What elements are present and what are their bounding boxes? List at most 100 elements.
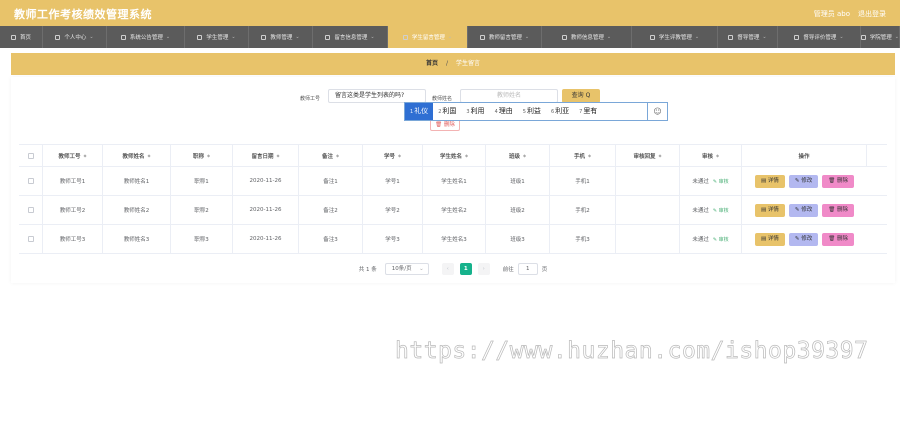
menu-icon — [197, 34, 203, 40]
nav-item-label: 督导管理 — [737, 35, 760, 41]
column-header-label: 职称 — [192, 153, 204, 160]
app-window: 教师工作考核绩效管理系统 管理员 abo 退出登录 首页 个人中心 ⌄ 系统公告管理 ⌄… — [0, 0, 900, 444]
page-size-select[interactable]: 10条/页 ⌄ — [384, 263, 429, 275]
row-checkbox[interactable] — [27, 207, 34, 213]
detail-button[interactable]: ▤ 详情 — [754, 232, 785, 246]
cell-phone: 手机2 — [550, 196, 616, 224]
row-checkbox[interactable] — [27, 178, 34, 184]
current-user: 管理员 abo — [813, 10, 850, 18]
nav-item-6[interactable]: 学生留言管理 ⌄ — [388, 26, 468, 48]
cell-reply — [616, 225, 680, 253]
detail-button[interactable]: ▤ 详情 — [754, 174, 785, 188]
column-header-phone[interactable]: 手机 ◆ — [550, 145, 616, 166]
chevron-down-icon: ⌄ — [165, 34, 171, 40]
ime-candidate[interactable]: 5利益 — [518, 103, 546, 120]
document-icon: ▤ — [760, 235, 768, 242]
column-header-label: 班级 — [508, 153, 520, 160]
detail-button[interactable]: ▤ 详情 — [754, 203, 785, 217]
query-button[interactable]: 查询 Q — [562, 89, 600, 103]
review-link[interactable]: ✎ 审核 — [713, 178, 729, 185]
ime-candidate[interactable]: 3利用 — [461, 103, 489, 120]
prev-page-button[interactable]: ‹ — [441, 263, 454, 275]
column-header-student-no[interactable]: 学号 ◆ — [363, 145, 423, 166]
menu-icon — [402, 34, 408, 40]
edit-button[interactable]: ✎ 修改 — [788, 203, 819, 217]
menu-icon — [728, 34, 734, 40]
ime-candidate[interactable]: 6利亚 — [546, 103, 574, 120]
column-header-review[interactable]: 审核 ◆ — [680, 145, 742, 166]
column-header-teacher-name[interactable]: 教师姓名 ◆ — [103, 145, 171, 166]
column-header-date[interactable]: 留言日期 ◆ — [233, 145, 299, 166]
review-status: 未通过 — [692, 208, 709, 214]
column-header-student-name[interactable]: 学生姓名 ◆ — [423, 145, 486, 166]
delete-button[interactable]: 🗑 删除 — [822, 203, 855, 217]
nav-item-4[interactable]: 教师管理 ⌄ — [249, 26, 313, 48]
nav-item-11[interactable]: 督导评价管理 ⌄ — [778, 26, 861, 48]
cell-review: 未通过 ✎ 审核 — [680, 225, 742, 253]
nav-item-8[interactable]: 教师信息管理 ⌄ — [542, 26, 632, 48]
logout-link[interactable]: 退出登录 — [858, 9, 886, 19]
nav-item-9[interactable]: 学生评教管理 ⌄ — [632, 26, 718, 48]
teacher-no-label: 教师工号 — [300, 96, 321, 102]
nav-item-5[interactable]: 留言信息管理 ⌄ — [313, 26, 388, 48]
sort-icon: ◆ — [206, 153, 211, 158]
menu-icon — [120, 34, 126, 40]
sort-icon: ◆ — [715, 153, 720, 158]
pagination-total: 共 1 条 — [358, 267, 377, 273]
ime-candidate[interactable]: 4理由 — [490, 103, 518, 120]
sort-icon: ◆ — [335, 153, 340, 158]
column-header-teacher-no[interactable]: 教师工号 ◆ — [43, 145, 103, 166]
nav-item-12[interactable]: 学院管理 ⌄ — [861, 26, 900, 48]
review-link-label: 审核 — [718, 236, 729, 243]
breadcrumb-home[interactable]: 首页 — [426, 60, 438, 67]
ime-candidate[interactable]: 2利国 — [433, 103, 461, 120]
ime-candidate[interactable]: 7里有 — [574, 103, 602, 120]
review-link[interactable]: ✎ 审核 — [713, 207, 729, 214]
nav-item-7[interactable]: 教师留言管理 ⌄ — [468, 26, 542, 48]
cell-review: 未通过 ✎ 审核 — [680, 196, 742, 224]
delete-button-label: 删除 — [837, 235, 849, 242]
teacher-name-input[interactable]: 教师姓名 — [460, 89, 558, 103]
next-page-button[interactable]: › — [477, 263, 490, 275]
table-header: 教师工号 ◆ 教师姓名 ◆ 职称 ◆ 留言日期 ◆ 备注 ◆ 学号 ◆ 学生姓名 ◆ 班级 ◆ 手机 ◆ 审核回复 ◆… — [19, 145, 887, 167]
column-header-class[interactable]: 班级 ◆ — [486, 145, 550, 166]
delete-button[interactable]: 🗑 删除 — [822, 174, 855, 188]
breadcrumb-separator: / — [445, 60, 449, 67]
nav-item-10[interactable]: 督导管理 ⌄ — [718, 26, 778, 48]
breadcrumb: 首页 / 学生留言 — [11, 53, 895, 75]
column-header-title[interactable]: 职称 ◆ — [171, 145, 233, 166]
nav-item-label: 学生评教管理 — [658, 35, 692, 41]
cell-reply — [616, 196, 680, 224]
edit-button[interactable]: ✎ 修改 — [788, 232, 819, 246]
select-all-checkbox[interactable] — [27, 152, 34, 159]
table-row: 教师工号3 教师姓名3 职称3 2020-11-26 备注3 学号3 学生姓名3 班级3 手机3… — [19, 225, 887, 254]
ime-candidate[interactable]: 1礼仪 — [405, 103, 434, 120]
nav-item-label: 学生留言管理 — [411, 35, 445, 41]
teacher-no-input[interactable]: 留言这类是学生列表的吗? — [328, 89, 426, 103]
data-table: 教师工号 ◆ 教师姓名 ◆ 职称 ◆ 留言日期 ◆ 备注 ◆ 学号 ◆ 学生姓名 ◆ 班级 ◆ 手机 ◆ 审核回复 ◆… — [19, 144, 887, 254]
row-checkbox[interactable] — [27, 236, 34, 242]
edit-button[interactable]: ✎ 修改 — [788, 174, 819, 188]
trash-icon: 🗑 — [828, 206, 838, 213]
chevron-down-icon: ⌄ — [762, 34, 767, 40]
sort-icon: ◆ — [276, 153, 280, 158]
goto-unit: 页 — [541, 267, 548, 273]
review-link-label: 审核 — [718, 178, 729, 185]
ime-candidate-number: 5 — [522, 109, 526, 115]
emoji-icon[interactable]: ☺ — [647, 103, 667, 120]
cell-class: 班级1 — [486, 167, 550, 195]
delete-button[interactable]: 🗑 删除 — [822, 232, 855, 246]
review-link[interactable]: ✎ 审核 — [713, 236, 729, 243]
goto-page-input[interactable]: 1 — [517, 263, 538, 275]
ime-candidate-number: 3 — [466, 109, 470, 115]
nav-item-2[interactable]: 系统公告管理 ⌄ — [107, 26, 185, 48]
nav-item-1[interactable]: 个人中心 ⌄ — [43, 26, 107, 48]
ime-candidate-number: 4 — [494, 109, 498, 115]
column-header-note[interactable]: 备注 ◆ — [299, 145, 363, 166]
nav-item-0[interactable]: 首页 — [0, 26, 43, 48]
page-1-button[interactable]: 1 — [459, 263, 472, 275]
row-select-cell — [19, 196, 43, 224]
goto-label: 前往 — [502, 267, 514, 273]
nav-item-3[interactable]: 学生管理 ⌄ — [185, 26, 249, 48]
column-header-reply[interactable]: 审核回复 ◆ — [616, 145, 680, 166]
